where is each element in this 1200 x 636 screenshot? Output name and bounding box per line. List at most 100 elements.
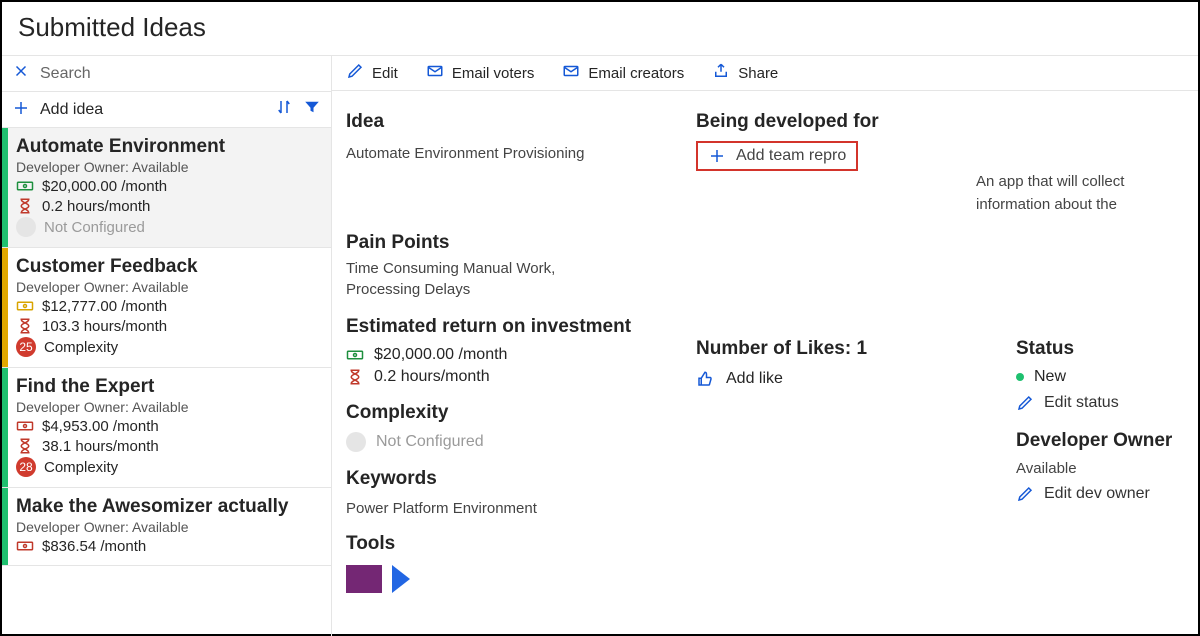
sidebar: Add idea Automate Environment Developer … (2, 56, 332, 636)
search-input[interactable] (40, 65, 321, 83)
status-heading: Status (1016, 338, 1184, 360)
card-hours: 38.1 hours/month (42, 438, 159, 455)
status-section: Status New Edit status Developer Owner A… (976, 316, 1184, 593)
hourglass-icon (16, 437, 34, 455)
add-idea-button[interactable]: Add idea (40, 101, 265, 119)
roi-section: Estimated return on investment $20,000.0… (346, 316, 696, 593)
likes-heading: Number of Likes: 1 (696, 338, 976, 360)
complexity-badge (346, 432, 366, 452)
card-title: Automate Environment (16, 136, 321, 158)
roi-cost-line: $20,000.00 /month (346, 346, 696, 364)
idea-card[interactable]: Find the Expert Developer Owner: Availab… (2, 368, 331, 488)
sidebar-actions (275, 98, 321, 121)
card-cost-line: $20,000.00 /month (16, 177, 321, 195)
card-hours-line: 103.3 hours/month (16, 317, 321, 335)
complexity-value: Not Configured (376, 433, 484, 451)
complexity-line: Not Configured (346, 432, 696, 452)
tools-row (346, 565, 696, 593)
thumbs-up-icon (696, 370, 714, 388)
layout: Add idea Automate Environment Developer … (2, 56, 1198, 636)
card-title: Make the Awesomizer actually (16, 496, 321, 518)
money-icon (346, 346, 364, 364)
money-icon (16, 537, 34, 555)
idea-section: Idea Automate Environment Provisioning (346, 111, 696, 216)
add-idea-row: Add idea (2, 92, 331, 128)
plus-icon[interactable] (12, 99, 30, 120)
clear-search-icon[interactable] (12, 62, 30, 85)
edit-button[interactable]: Edit (346, 62, 398, 84)
toolbar-label: Edit (372, 65, 398, 82)
complexity-badge: 28 (16, 457, 36, 477)
share-button[interactable]: Share (712, 62, 778, 84)
roi-cost: $20,000.00 /month (374, 346, 507, 364)
card-complexity: Complexity (44, 339, 118, 356)
keywords-heading: Keywords (346, 468, 696, 490)
main: Edit Email voters Email creators Share (332, 56, 1198, 636)
pain-points-section: Pain Points Time Consuming Manual Work, … (346, 232, 696, 300)
toolbar-label: Email creators (588, 65, 684, 82)
hourglass-icon (16, 197, 34, 215)
page-header: Submitted Ideas (2, 2, 1198, 56)
search-row (2, 56, 331, 92)
card-owner: Developer Owner: Available (16, 399, 321, 415)
card-complexity-line: 25 Complexity (16, 337, 321, 357)
card-complexity-line: 28 Complexity (16, 457, 321, 477)
idea-value: Automate Environment Provisioning (346, 145, 696, 162)
toolbar-label: Share (738, 65, 778, 82)
email-voters-button[interactable]: Email voters (426, 62, 535, 84)
edit-status-label: Edit status (1044, 394, 1119, 412)
plus-icon (708, 147, 726, 165)
card-accent (2, 488, 8, 565)
card-complexity: Complexity (44, 459, 118, 476)
idea-heading: Idea (346, 111, 696, 133)
add-team-button[interactable]: Add team repro (696, 141, 858, 171)
status-line: New (1016, 368, 1184, 386)
mail-icon (426, 62, 444, 84)
idea-card[interactable]: Automate Environment Developer Owner: Av… (2, 128, 331, 248)
likes-section: Number of Likes: 1 Add like (696, 316, 976, 593)
card-owner: Developer Owner: Available (16, 279, 321, 295)
card-owner: Developer Owner: Available (16, 159, 321, 175)
card-cost: $4,953.00 /month (42, 418, 159, 435)
description-text: An app that will collect information abo… (976, 171, 1184, 216)
money-icon (16, 417, 34, 435)
card-cost: $20,000.00 /month (42, 178, 167, 195)
pencil-icon (346, 62, 364, 84)
card-owner: Developer Owner: Available (16, 519, 321, 535)
complexity-heading: Complexity (346, 402, 696, 424)
card-title: Customer Feedback (16, 256, 321, 278)
add-like-button[interactable]: Add like (696, 370, 976, 388)
idea-card[interactable]: Make the Awesomizer actually Developer O… (2, 488, 331, 566)
pencil-icon (1016, 394, 1034, 412)
card-hours: 0.2 hours/month (42, 198, 150, 215)
card-hours: 103.3 hours/month (42, 318, 167, 335)
mail-icon (562, 62, 580, 84)
money-icon (16, 177, 34, 195)
complexity-badge (16, 217, 36, 237)
card-hours-line: 38.1 hours/month (16, 437, 321, 455)
idea-card[interactable]: Customer Feedback Developer Owner: Avail… (2, 248, 331, 368)
developed-for-heading: Being developed for (696, 111, 976, 133)
edit-dev-owner-button[interactable]: Edit dev owner (1016, 485, 1184, 503)
keywords-value: Power Platform Environment (346, 500, 696, 517)
card-cost: $12,777.00 /month (42, 298, 167, 315)
edit-status-button[interactable]: Edit status (1016, 394, 1184, 412)
filter-icon[interactable] (303, 98, 321, 121)
toolbar-label: Email voters (452, 65, 535, 82)
sort-icon[interactable] (275, 98, 293, 121)
complexity-badge: 25 (16, 337, 36, 357)
dev-owner-heading: Developer Owner (1016, 430, 1184, 452)
toolbar: Edit Email voters Email creators Share (332, 56, 1198, 91)
add-like-label: Add like (726, 370, 783, 388)
card-complexity-line: Not Configured (16, 217, 321, 237)
page-title: Submitted Ideas (18, 12, 1182, 43)
hourglass-icon (346, 368, 364, 386)
card-accent (2, 248, 8, 367)
card-accent (2, 128, 8, 247)
email-creators-button[interactable]: Email creators (562, 62, 684, 84)
tool-icon-purple (346, 565, 382, 593)
description-section: An app that will collect information abo… (976, 111, 1184, 216)
roi-hours-line: 0.2 hours/month (346, 368, 696, 386)
status-dot-icon (1016, 373, 1024, 381)
pain-heading: Pain Points (346, 232, 696, 254)
